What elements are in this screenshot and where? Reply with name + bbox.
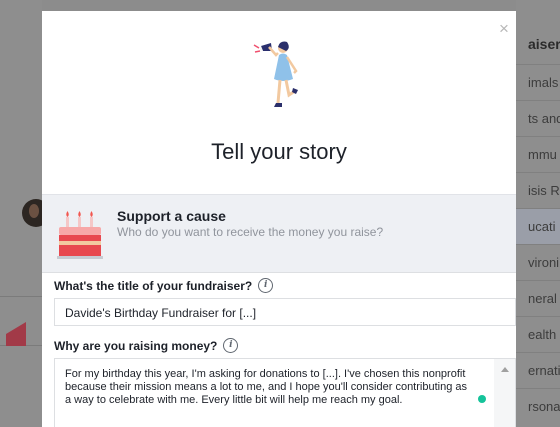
info-icon[interactable]: i: [258, 278, 274, 293]
fundraiser-title-label-text: What's the title of your fundraiser?: [54, 278, 253, 293]
cause-subtitle: Who do you want to receive the money you…: [117, 225, 384, 239]
fundraiser-title-input[interactable]: Davide's Birthday Fundraiser for [...]: [54, 298, 516, 326]
scroll-up-arrow-icon[interactable]: [501, 367, 509, 372]
grammar-checker-icon[interactable]: [478, 395, 486, 403]
reason-label-text: Why are you raising money?: [54, 338, 218, 353]
category-item: ernati: [516, 352, 560, 388]
fundraiser-title-label: What's the title of your fundraiser? i: [54, 278, 274, 293]
dialog-title: Tell your story: [211, 139, 347, 164]
background-category-list: aiser imals ts and mmu isis R ucati viro…: [516, 0, 560, 427]
fundraiser-dialog: × Tell your story Support a cause Who do…: [42, 11, 516, 427]
category-item: imals: [516, 64, 560, 100]
textarea-scrollbar[interactable]: [494, 359, 515, 427]
reason-textarea[interactable]: For my birthday this year, I'm asking fo…: [54, 358, 516, 427]
category-item: mmu: [516, 136, 560, 172]
divider: [0, 296, 42, 297]
birthday-cake-icon: [57, 211, 103, 259]
reason-label: Why are you raising money? i: [54, 338, 239, 353]
category-item: ts and: [516, 100, 560, 136]
close-button[interactable]: ×: [494, 19, 514, 39]
support-cause-option[interactable]: Support a cause Who do you want to recei…: [42, 194, 516, 273]
category-item: isis R: [516, 172, 560, 208]
category-item: ucati: [516, 208, 560, 244]
megaphone-person-illustration: [253, 41, 298, 107]
cause-title: Support a cause: [117, 208, 226, 224]
category-item: rsona: [516, 388, 560, 424]
category-item: vironi: [516, 244, 560, 280]
category-item: neral: [516, 280, 560, 316]
category-item: ealth a: [516, 316, 560, 352]
category-list-header: aiser: [528, 36, 560, 52]
info-icon[interactable]: i: [223, 338, 239, 353]
